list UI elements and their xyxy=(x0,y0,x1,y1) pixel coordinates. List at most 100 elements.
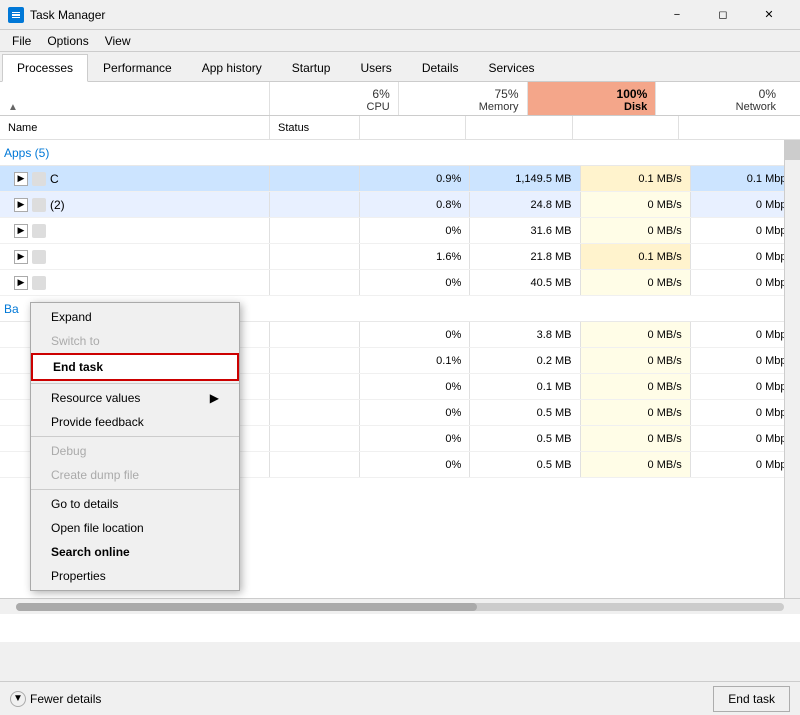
scroll-track[interactable] xyxy=(16,603,784,611)
table-row[interactable]: ▶ 0% 40.5 MB 0 MB/s 0 Mbps xyxy=(0,270,800,296)
expand-button[interactable]: ▶ xyxy=(14,224,28,238)
menu-options[interactable]: Options xyxy=(39,32,96,50)
proc-memory: 0.1 MB xyxy=(470,374,580,399)
expand-button[interactable]: ▶ xyxy=(14,172,28,186)
expand-button[interactable]: ▶ xyxy=(14,198,28,212)
proc-disk: 0 MB/s xyxy=(581,270,691,295)
proc-status xyxy=(270,218,360,243)
ctx-provide-feedback[interactable]: Provide feedback xyxy=(31,410,239,434)
fewer-details-button[interactable]: ▼ Fewer details xyxy=(10,691,101,707)
proc-disk: 0 MB/s xyxy=(581,348,691,373)
column-header-labels: Name Status xyxy=(0,116,800,140)
proc-cpu: 0% xyxy=(360,322,470,347)
proc-name-cell: ▶ xyxy=(0,244,270,269)
col-label-network xyxy=(679,116,784,139)
context-menu: Expand Switch to End task Resource value… xyxy=(30,302,240,591)
proc-memory: 0.5 MB xyxy=(470,452,580,477)
proc-cpu: 0% xyxy=(360,400,470,425)
proc-name-cell: ▶ xyxy=(0,270,270,295)
horizontal-scrollbar[interactable] xyxy=(0,598,800,614)
col-header-memory[interactable]: 75% Memory xyxy=(399,82,528,115)
proc-icon xyxy=(32,172,46,186)
submenu-arrow-icon: ▶ xyxy=(210,391,219,405)
table-row[interactable]: ▶ (2) 0.8% 24.8 MB 0 MB/s 0 Mbps xyxy=(0,192,800,218)
tab-processes[interactable]: Processes xyxy=(2,54,88,82)
proc-name-cell: ▶ (2) xyxy=(0,192,270,217)
tab-app-history[interactable]: App history xyxy=(187,54,277,81)
proc-memory: 0.2 MB xyxy=(470,348,580,373)
vertical-scrollbar[interactable] xyxy=(784,140,800,598)
ctx-open-file-location[interactable]: Open file location xyxy=(31,516,239,540)
proc-cpu: 0% xyxy=(360,374,470,399)
section-apps: Apps (5) xyxy=(0,140,800,166)
tab-startup[interactable]: Startup xyxy=(277,54,346,81)
maximize-button[interactable]: ◻ xyxy=(700,0,746,30)
bottom-bar: ▼ Fewer details End task xyxy=(0,681,800,715)
close-button[interactable]: ✕ xyxy=(746,0,792,30)
scroll-thumb[interactable] xyxy=(16,603,477,611)
proc-disk: 0.1 MB/s xyxy=(581,244,691,269)
ctx-separator-2 xyxy=(31,436,239,437)
table-row[interactable]: ▶ C 0.9% 1,149.5 MB 0.1 MB/s 0.1 Mbps xyxy=(0,166,800,192)
col-label-memory xyxy=(466,116,572,139)
ctx-resource-values[interactable]: Resource values ▶ xyxy=(31,386,239,410)
proc-disk: 0 MB/s xyxy=(581,426,691,451)
tab-details[interactable]: Details xyxy=(407,54,474,81)
proc-cpu: 0.1% xyxy=(360,348,470,373)
ctx-separator-1 xyxy=(31,383,239,384)
tab-performance[interactable]: Performance xyxy=(88,54,187,81)
proc-icon xyxy=(32,276,46,290)
proc-memory: 3.8 MB xyxy=(470,322,580,347)
proc-cpu: 0% xyxy=(360,426,470,451)
ctx-expand[interactable]: Expand xyxy=(31,305,239,329)
proc-name-cell: ▶ C xyxy=(0,166,270,191)
proc-cpu: 0% xyxy=(360,270,470,295)
proc-disk: 0 MB/s xyxy=(581,192,691,217)
proc-cpu: 0.8% xyxy=(360,192,470,217)
proc-status xyxy=(270,374,360,399)
proc-cpu: 0.9% xyxy=(360,166,470,191)
ctx-end-task[interactable]: End task xyxy=(31,353,239,381)
sort-arrow-icon: ▲ xyxy=(8,102,18,113)
col-header-network[interactable]: 0% Network xyxy=(656,82,784,115)
expand-button[interactable]: ▶ xyxy=(14,276,28,290)
proc-disk: 0 MB/s xyxy=(581,452,691,477)
ctx-search-online[interactable]: Search online xyxy=(31,540,239,564)
col-header-disk[interactable]: 100% Disk xyxy=(528,82,657,115)
minimize-button[interactable]: − xyxy=(654,0,700,30)
proc-memory: 40.5 MB xyxy=(470,270,580,295)
window-title: Task Manager xyxy=(30,8,654,22)
ctx-go-to-details[interactable]: Go to details xyxy=(31,492,239,516)
proc-status xyxy=(270,192,360,217)
menu-file[interactable]: File xyxy=(4,32,39,50)
proc-cpu: 0% xyxy=(360,218,470,243)
proc-memory: 1,149.5 MB xyxy=(470,166,580,191)
proc-status xyxy=(270,452,360,477)
col-header-cpu[interactable]: 6% CPU xyxy=(270,82,399,115)
proc-disk: 0 MB/s xyxy=(581,218,691,243)
proc-icon xyxy=(32,224,46,238)
proc-status xyxy=(270,348,360,373)
proc-status xyxy=(270,270,360,295)
ctx-switch-to: Switch to xyxy=(31,329,239,353)
tab-users[interactable]: Users xyxy=(345,54,406,81)
end-task-button[interactable]: End task xyxy=(713,686,790,712)
proc-memory: 24.8 MB xyxy=(470,192,580,217)
proc-icon xyxy=(32,198,46,212)
ctx-debug: Debug xyxy=(31,439,239,463)
menu-view[interactable]: View xyxy=(97,32,139,50)
ctx-properties[interactable]: Properties xyxy=(31,564,239,588)
table-row[interactable]: ▶ 0% 31.6 MB 0 MB/s 0 Mbps xyxy=(0,218,800,244)
table-row[interactable]: ▶ 1.6% 21.8 MB 0.1 MB/s 0 Mbps xyxy=(0,244,800,270)
column-header-pct: ▲ 6% CPU 75% Memory 100% Disk 0% Network xyxy=(0,82,800,116)
proc-name: (2) xyxy=(50,198,65,212)
expand-button[interactable]: ▶ xyxy=(14,250,28,264)
ctx-create-dump: Create dump file xyxy=(31,463,239,487)
col-label-name: Name xyxy=(0,116,270,139)
proc-status xyxy=(270,426,360,451)
proc-memory: 21.8 MB xyxy=(470,244,580,269)
proc-memory: 31.6 MB xyxy=(470,218,580,243)
proc-disk: 0.1 MB/s xyxy=(581,166,691,191)
proc-memory: 0.5 MB xyxy=(470,400,580,425)
tab-services[interactable]: Services xyxy=(474,54,550,81)
